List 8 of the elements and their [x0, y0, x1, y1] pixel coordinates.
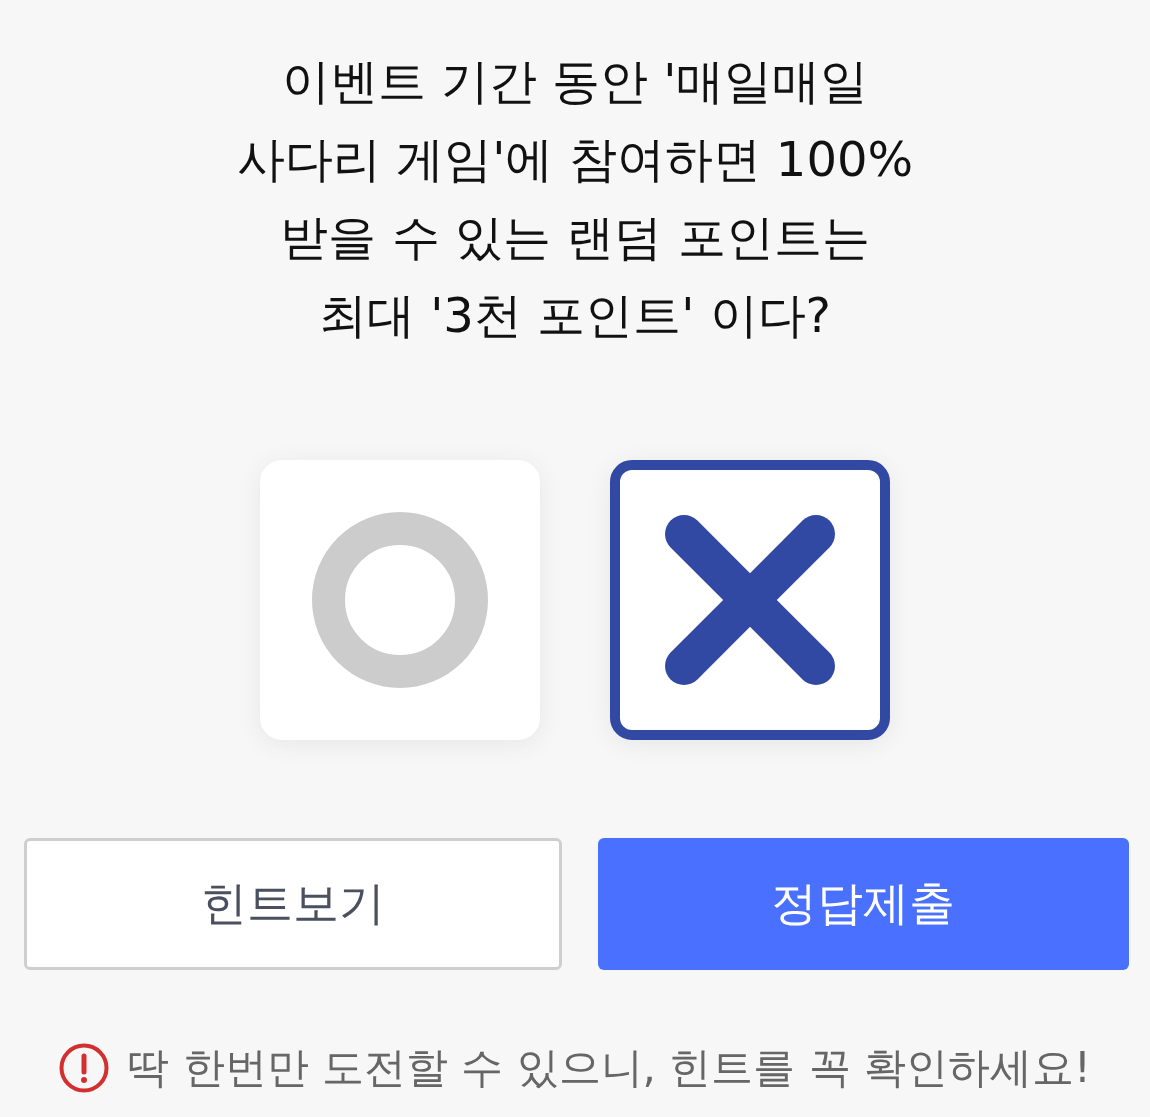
warning-icon [59, 1043, 110, 1093]
answer-option-button[interactable] [610, 460, 890, 740]
quiz-question: 이벤트 기간 동안 '매일매일 사다리 게임'에 참여하면 100% 받을 수 있는 랜덤 포인트는 최대 '3천 포인트' 이다? [236, 52, 914, 345]
cross-icon [665, 515, 835, 685]
submit-answer-button[interactable]: 정답제출 [597, 838, 1129, 970]
notice-text: 딱 한번만 도전할 수 있으니, 힌트를 꼭 확인하세요! [127, 1042, 1091, 1094]
ring-icon [312, 512, 488, 688]
hint-button[interactable]: 힌트보기 [24, 838, 562, 970]
